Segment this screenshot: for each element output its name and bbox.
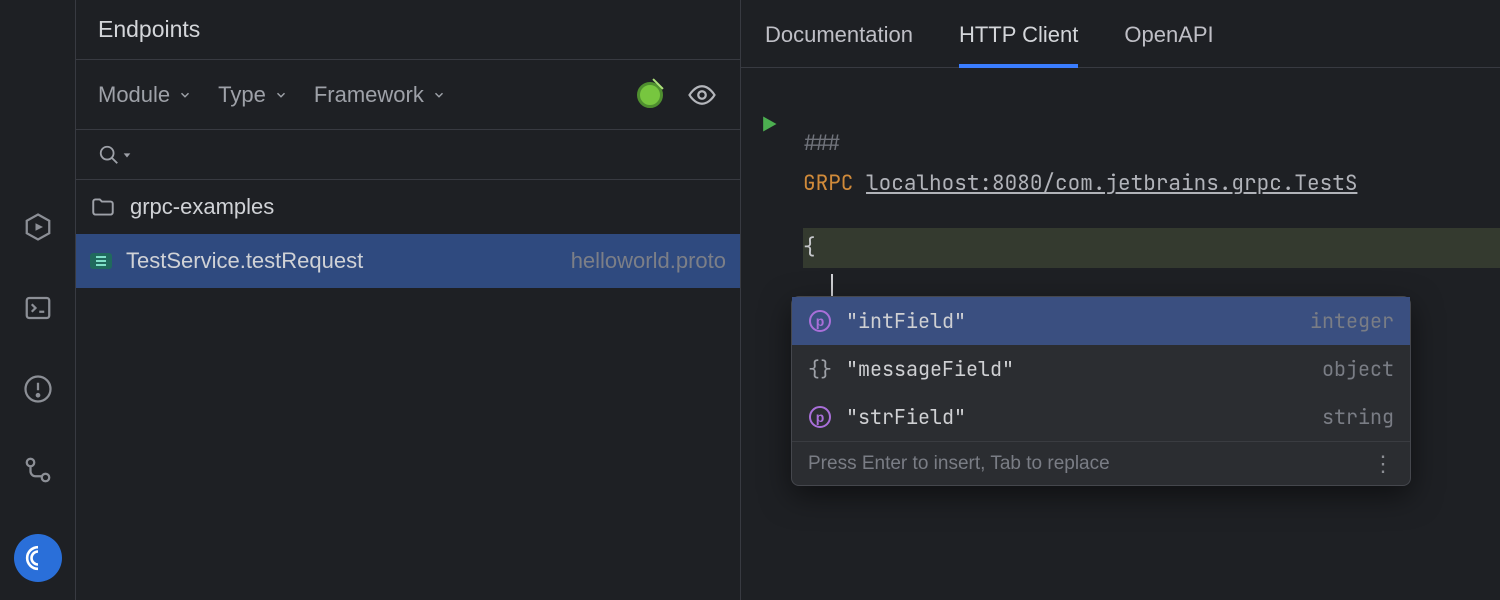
endpoint-file-hint: helloworld.proto: [571, 248, 726, 274]
completion-hint: Press Enter to insert, Tab to replace: [808, 453, 1110, 475]
filter-bar: Module Type Framework: [76, 60, 740, 130]
completion-label: "intField": [846, 308, 966, 334]
completion-type: string: [1322, 404, 1394, 430]
request-separator: ###: [803, 130, 841, 157]
tab-http-client[interactable]: HTTP Client: [959, 22, 1078, 68]
editor-gutter: [741, 68, 797, 600]
completion-type: integer: [1310, 308, 1394, 334]
request-url: localhost:8080/com.jetbrains.grpc.TestS: [866, 170, 1357, 197]
filter-label: Module: [98, 82, 170, 108]
completion-item[interactable]: {} "messageField" object: [792, 345, 1410, 393]
filter-type[interactable]: Type: [218, 82, 288, 108]
request-method: GRPC: [803, 170, 853, 197]
tool-window-rail: [0, 0, 75, 600]
completion-item[interactable]: p "strField" string: [792, 393, 1410, 441]
completion-type: object: [1322, 356, 1394, 382]
tree-folder-row[interactable]: grpc-examples: [76, 180, 740, 234]
chevron-down-icon: [178, 88, 192, 102]
completion-label: "messageField": [846, 356, 1014, 382]
run-icon[interactable]: [759, 114, 779, 141]
filter-module[interactable]: Module: [98, 82, 192, 108]
tree-endpoint-row[interactable]: TestService.testRequest helloworld.proto: [76, 234, 740, 288]
search-icon: [98, 144, 120, 166]
filter-label: Framework: [314, 82, 424, 108]
grpc-method-icon: [90, 253, 112, 269]
services-icon[interactable]: [20, 210, 56, 243]
folder-icon: [90, 194, 116, 220]
completion-item[interactable]: p "intField" integer: [792, 297, 1410, 345]
endpoint-label: TestService.testRequest: [126, 248, 363, 274]
endpoints-panel: Endpoints Module Type Framework: [75, 0, 740, 600]
completion-footer: Press Enter to insert, Tab to replace ⋮: [792, 441, 1410, 485]
visibility-icon[interactable]: [686, 79, 718, 111]
tree-folder-label: grpc-examples: [130, 194, 274, 220]
property-icon: p: [808, 405, 832, 429]
chevron-down-icon: [122, 150, 132, 160]
tab-openapi[interactable]: OpenAPI: [1124, 22, 1213, 68]
filter-label: Type: [218, 82, 266, 108]
completion-label: "strField": [846, 404, 966, 430]
chevron-down-icon: [432, 88, 446, 102]
refresh-icon[interactable]: [634, 79, 666, 111]
property-icon: p: [808, 309, 832, 333]
problems-icon[interactable]: [20, 372, 56, 405]
completion-popup: p "intField" integer {} "messageField" o…: [791, 296, 1411, 486]
rail-badge[interactable]: [14, 534, 62, 582]
details-panel: Documentation HTTP Client OpenAPI ### GR…: [740, 0, 1500, 600]
json-open-brace: {: [803, 234, 816, 261]
chevron-down-icon: [274, 88, 288, 102]
tab-documentation[interactable]: Documentation: [765, 22, 913, 68]
terminal-icon[interactable]: [20, 291, 56, 324]
tab-bar: Documentation HTTP Client OpenAPI: [741, 0, 1500, 68]
panel-title: Endpoints: [76, 0, 740, 60]
vcs-icon[interactable]: [20, 453, 56, 486]
object-icon: {}: [808, 357, 832, 381]
search-bar[interactable]: [76, 130, 740, 180]
http-client-editor[interactable]: ### GRPC localhost:8080/com.jetbrains.gr…: [741, 68, 1500, 600]
kebab-icon[interactable]: ⋮: [1372, 460, 1394, 468]
filter-framework[interactable]: Framework: [314, 82, 446, 108]
